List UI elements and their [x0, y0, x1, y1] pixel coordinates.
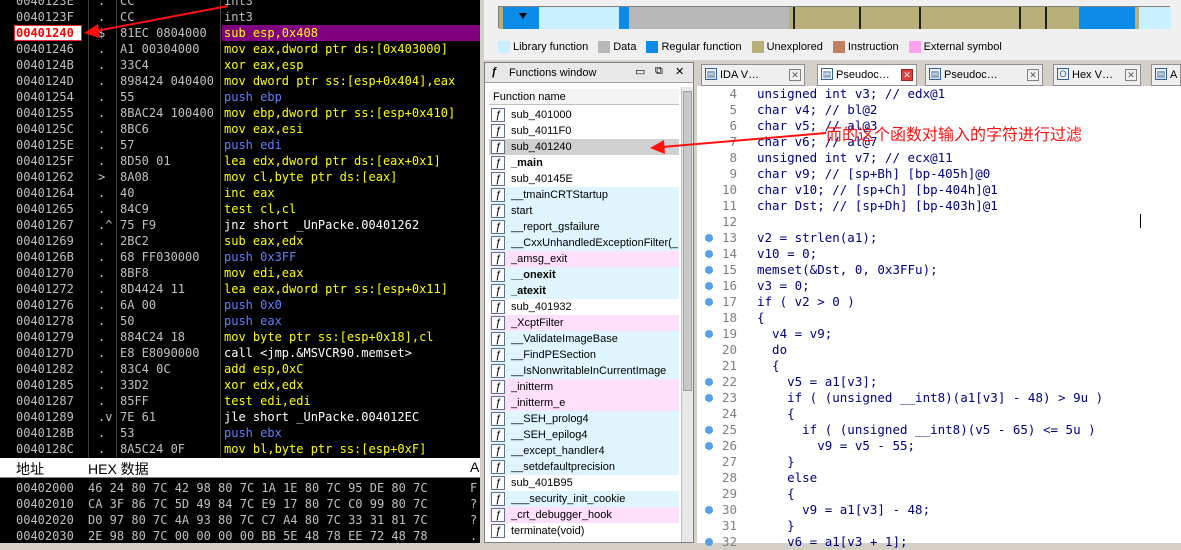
annotation-text: 而的这个函数对输入的字符进行过滤 [826, 125, 1083, 144]
annotation-arrows [84, 5, 827, 154]
